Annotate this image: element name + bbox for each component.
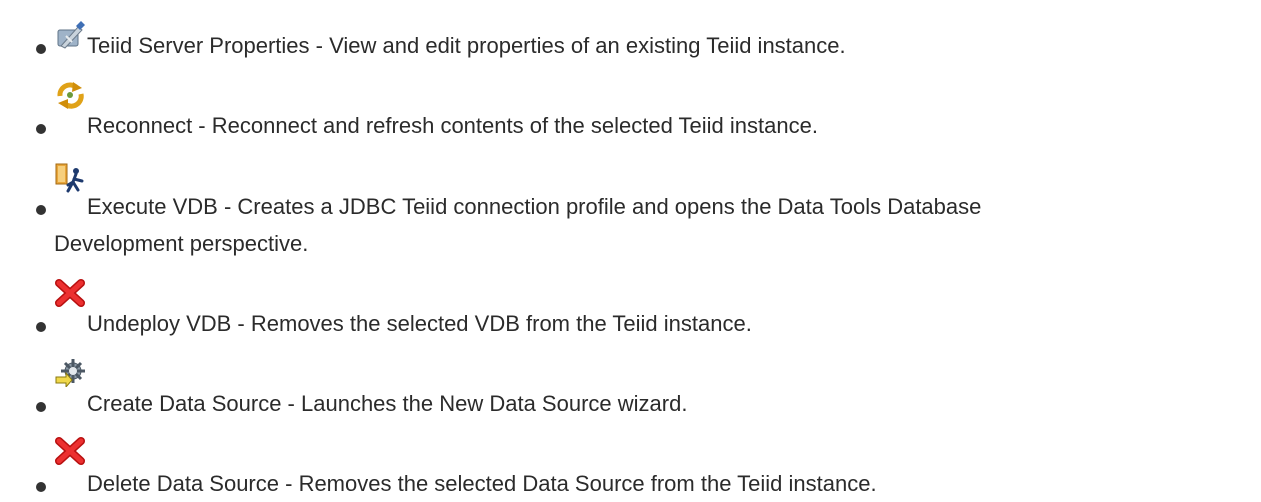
item-description: Launches the New Data Source wizard. [301,391,688,416]
create-data-source-icon [54,357,86,387]
separator: - [192,113,212,138]
item-text: Teiid Server Properties - View and edit … [87,29,846,62]
item-name: Teiid Server Properties [87,33,310,58]
item-name: Reconnect [87,113,193,138]
bullet [36,322,46,332]
bullet [36,124,46,134]
item-text: Undeploy VDB - Removes the selected VDB … [87,307,752,340]
item-name: Delete Data Source [87,471,279,496]
teiid-server-properties-icon [54,20,86,50]
item-description: Removes the selected Data Source from th… [298,471,877,496]
separator: - [279,471,299,496]
item-description: Creates a JDBC Teiid connection profile … [237,194,982,219]
bullet [36,44,46,54]
item-description: Reconnect and refresh contents of the se… [211,113,818,138]
item-text: Reconnect - Reconnect and refresh conten… [87,109,818,142]
bullet [36,402,46,412]
item-description: View and edit properties of an existing … [329,33,846,58]
separator: - [231,311,251,336]
item-description: Removes the selected VDB from the Teiid … [250,311,752,336]
item-text: Execute VDB - Creates a JDBC Teiid conne… [87,190,981,223]
item-description-continuation: Development perspective. [54,231,309,256]
execute-vdb-icon [54,163,86,193]
item-name: Undeploy VDB [87,311,232,336]
reconnect-icon [54,80,86,110]
bullet [36,205,46,215]
separator: - [217,194,238,219]
separator: - [281,391,301,416]
bullet [36,482,46,492]
separator: - [309,33,330,58]
undeploy-vdb-icon [54,278,86,308]
item-name: Create Data Source [87,391,282,416]
item-name: Execute VDB [87,194,218,219]
item-text: Create Data Source - Launches the New Da… [87,387,687,420]
delete-data-source-icon [54,436,86,466]
item-text: Delete Data Source - Removes the selecte… [87,467,877,500]
